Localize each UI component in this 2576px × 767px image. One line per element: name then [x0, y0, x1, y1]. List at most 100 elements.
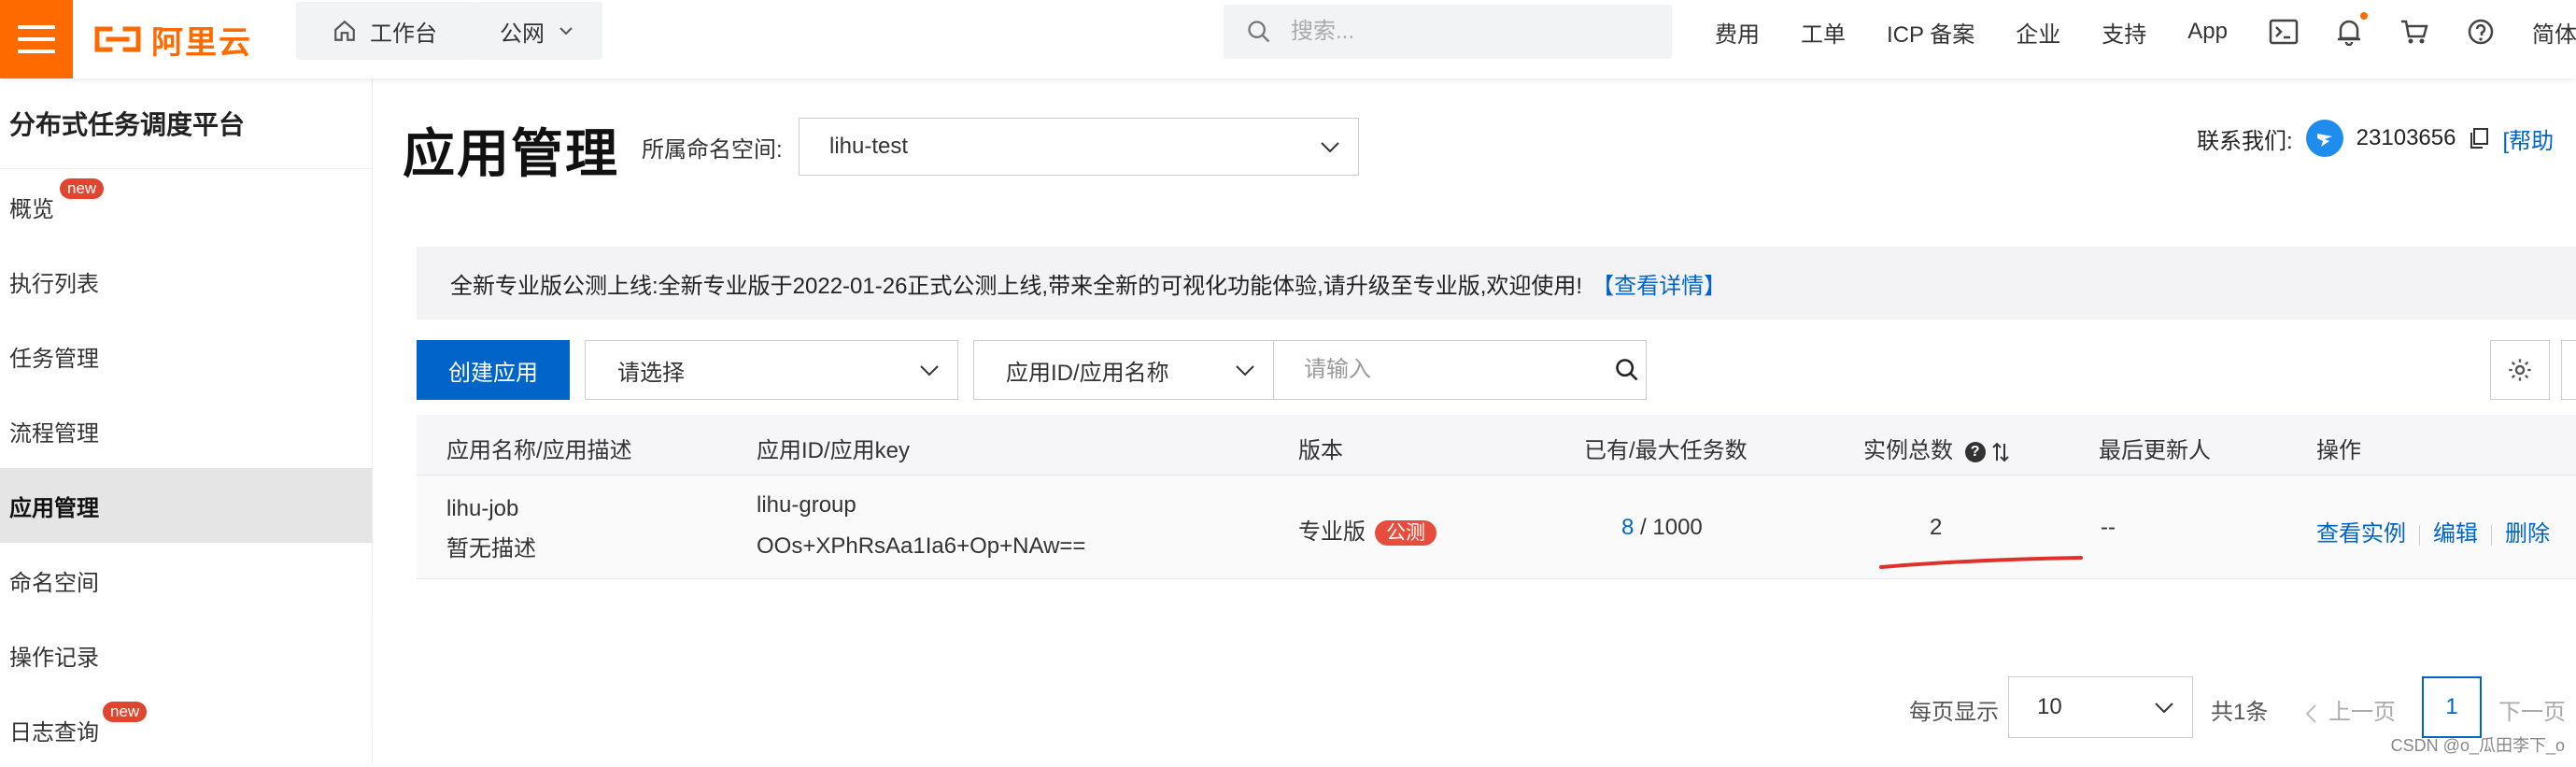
app-key: OOs+XPhRsAa1Ia6+Op+NAw== [757, 533, 1086, 559]
col-app-name: 应用名称/应用描述 [446, 438, 632, 463]
filter-placeholder: 请选择 [617, 360, 685, 386]
top-bar: 阿里云 工作台 公网 费用 工单 ICP 备案 企业 支持 App 简体 [0, 0, 2576, 78]
bell-icon[interactable] [2336, 12, 2368, 46]
task-count-current[interactable]: 8 [1621, 515, 1634, 540]
delete-link[interactable]: 删除 [2505, 521, 2550, 547]
table-settings-button[interactable] [2490, 340, 2550, 400]
top-nav: 费用 工单 ICP 备案 企业 支持 App 简体 [1715, 0, 2576, 64]
question-icon[interactable]: ? [1964, 441, 1986, 462]
sidebar-item-label: 概览 [9, 196, 54, 222]
home-icon [334, 20, 355, 41]
per-page-value: 10 [2037, 694, 2062, 719]
chevron-down-icon [559, 27, 573, 36]
sidebar: 分布式任务调度平台 概览 new 执行列表 任务管理 流程管理 应用管理 命名空… [0, 78, 373, 764]
sidebar-item-overview[interactable]: 概览 new [0, 169, 372, 244]
aliyun-logo[interactable]: 阿里云 [93, 13, 252, 65]
col-actions: 操作 [2316, 438, 2361, 463]
sidebar-item-label: 操作记录 [9, 645, 99, 671]
notice-text: 全新专业版公测上线:全新专业版于2022-01-26正式公测上线,带来全新的可视… [450, 273, 1583, 299]
app-id: lihu-group [757, 492, 856, 518]
namespace-label: 所属命名空间: [642, 137, 783, 163]
language-switch[interactable]: 简体 [2532, 16, 2576, 49]
workbench-button[interactable]: 工作台 [296, 2, 474, 60]
app-name: lihu-job [446, 496, 519, 521]
app-search-box [1273, 340, 1647, 400]
prev-page-label: 上一页 [2328, 700, 2396, 725]
table-row: lihu-job 暂无描述 lihu-group OOs+XPhRsAa1Ia6… [417, 476, 2576, 579]
chevron-down-icon [1321, 142, 1339, 153]
version-label: 专业版 [1298, 519, 1366, 545]
cart-icon[interactable] [2399, 18, 2429, 46]
col-instances[interactable]: 实例总数 ? [1863, 432, 2010, 464]
filter-select[interactable]: 请选择 [585, 340, 958, 400]
page-1-button[interactable]: 1 [2422, 676, 2482, 738]
contact-id[interactable]: 23103656 [2357, 125, 2456, 151]
more-button[interactable] [2561, 340, 2576, 400]
sidebar-item-label: 命名空间 [9, 570, 99, 596]
aliyun-logo-icon [94, 26, 141, 52]
namespace-select[interactable]: lihu-test [799, 118, 1359, 176]
search-icon[interactable] [1614, 357, 1640, 383]
new-badge: new [60, 178, 105, 199]
dingtalk-icon[interactable] [2305, 120, 2343, 157]
col-instances-label: 实例总数 [1863, 438, 1953, 463]
app-search-input[interactable] [1302, 356, 1605, 384]
nav-tickets[interactable]: 工单 [1801, 16, 1846, 49]
task-count: 8 / 1000 [1621, 515, 1703, 541]
page-title: 应用管理 [403, 124, 619, 183]
workbench-label: 工作台 [370, 21, 437, 47]
page-header: 应用管理 所属命名空间: lihu-test 联系我们: 23103656 [帮… [373, 78, 2576, 209]
edit-link[interactable]: 编辑 [2433, 521, 2478, 547]
next-page-button[interactable]: 下一页 [2498, 693, 2566, 726]
global-search-input[interactable] [1289, 18, 1648, 46]
prev-page-button[interactable]: 上一页 [2304, 693, 2396, 726]
contact-us: 联系我们: 23103656 [帮助 [2197, 120, 2554, 157]
menu-icon[interactable] [0, 0, 73, 78]
gear-icon [2509, 359, 2531, 381]
nav-billing[interactable]: 费用 [1715, 16, 1760, 49]
copy-icon[interactable] [2469, 127, 2489, 149]
sidebar-item-executions[interactable]: 执行列表 [0, 244, 372, 319]
main-content: 应用管理 所属命名空间: lihu-test 联系我们: 23103656 [帮… [373, 78, 2576, 764]
notice-banner: 全新专业版公测上线:全新专业版于2022-01-26正式公测上线,带来全新的可视… [417, 247, 2576, 320]
app-desc: 暂无描述 [446, 536, 536, 561]
nav-enterprise[interactable]: 企业 [2016, 16, 2060, 49]
create-app-button[interactable]: 创建应用 [417, 340, 570, 400]
nav-app[interactable]: App [2187, 19, 2228, 45]
view-instances-link[interactable]: 查看实例 [2316, 521, 2406, 547]
col-task-count: 已有/最大任务数 [1584, 438, 1748, 463]
new-badge: new [103, 702, 148, 722]
nav-icp[interactable]: ICP 备案 [1887, 16, 1974, 49]
sidebar-item-label: 执行列表 [9, 271, 99, 297]
per-page-label: 每页显示 [1909, 700, 1999, 725]
sidebar-item-namespaces[interactable]: 命名空间 [0, 543, 372, 618]
chevron-down-icon [1236, 365, 1254, 376]
pagination: 每页显示 10 共1条 上一页 1 下一页 [373, 676, 2576, 738]
terminal-icon[interactable] [2269, 19, 2299, 45]
col-updated-by: 最后更新人 [2099, 438, 2211, 463]
toolbar: 创建应用 请选择 应用ID/应用名称 [417, 340, 2576, 400]
search-field-select[interactable]: 应用ID/应用名称 [973, 340, 1274, 400]
actions-cell: 查看实例 编辑 删除 [2316, 515, 2550, 547]
network-dropdown[interactable]: 公网 [472, 2, 602, 60]
sidebar-item-tasks[interactable]: 任务管理 [0, 319, 372, 393]
per-page-select[interactable]: 10 [2008, 676, 2193, 738]
sidebar-item-oplog[interactable]: 操作记录 [0, 618, 372, 692]
global-search[interactable] [1224, 5, 1672, 59]
chevron-down-icon [920, 365, 939, 376]
sidebar-item-apps[interactable]: 应用管理 [0, 468, 372, 543]
sort-icon[interactable] [1991, 442, 2010, 462]
sidebar-item-logs[interactable]: 日志查询 new [0, 692, 372, 767]
help-icon[interactable] [2467, 18, 2495, 46]
sidebar-item-workflows[interactable]: 流程管理 [0, 393, 372, 468]
version-cell: 专业版 公测 [1298, 513, 1437, 546]
help-doc-link[interactable]: [帮助 [2502, 122, 2554, 155]
nav-support[interactable]: 支持 [2102, 16, 2146, 49]
action-separator [2419, 524, 2420, 546]
notification-dot [2359, 12, 2368, 20]
sidebar-item-label: 日志查询 [9, 719, 99, 746]
notice-details-link[interactable]: 【查看详情】 [1592, 267, 1726, 300]
col-version: 版本 [1298, 438, 1343, 463]
col-app-id: 应用ID/应用key [757, 438, 911, 463]
red-underline-annotation [1879, 556, 2083, 569]
